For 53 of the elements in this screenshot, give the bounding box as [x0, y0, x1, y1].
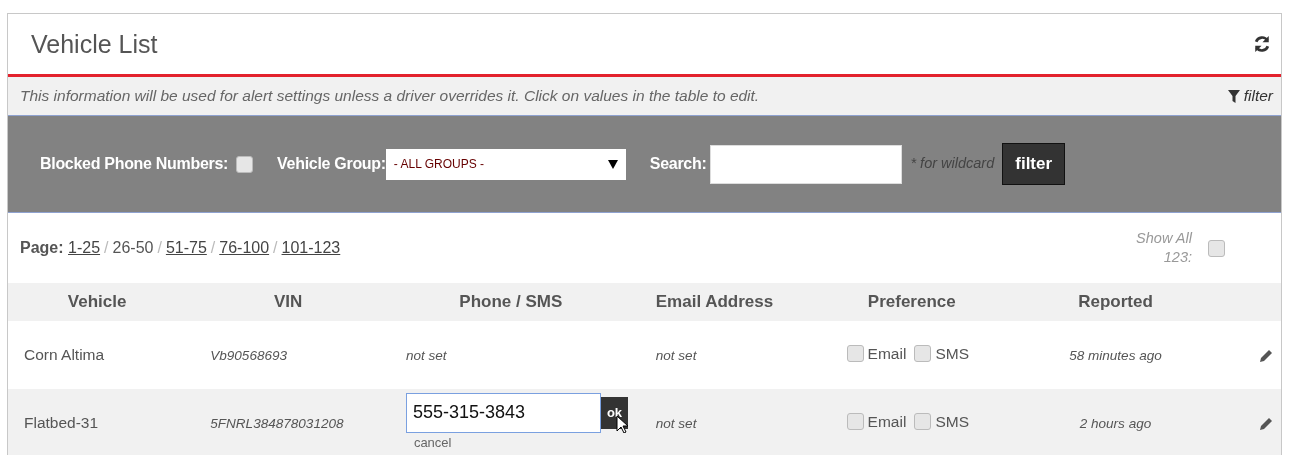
search-field[interactable] [710, 144, 903, 184]
refresh-icon[interactable] [1253, 35, 1271, 53]
column-header: VIN [186, 283, 390, 321]
phone-input[interactable]: 555-315-3843 [405, 392, 601, 433]
field-label: Vehicle Group: [277, 154, 386, 174]
phone-value[interactable]: not set [405, 348, 447, 364]
pencil-icon[interactable] [1259, 417, 1273, 432]
checkbox-label: SMS [935, 411, 969, 432]
checkbox[interactable] [846, 344, 864, 362]
filter-link[interactable]: filter [1243, 84, 1273, 108]
reported-time: 2 hours ago [1079, 415, 1152, 434]
filter-button[interactable]: filter [1002, 143, 1066, 185]
checkbox[interactable] [914, 412, 932, 430]
group-dropdown[interactable]: - ALL GROUPS - [385, 148, 626, 180]
checkbox-label: Email [867, 343, 907, 364]
column-header: Preference [797, 283, 1027, 321]
hint-text: * for wildcard [910, 154, 995, 174]
page-link[interactable]: 1-25 [68, 239, 101, 256]
separator-text: / [157, 239, 162, 256]
show-all-label: Show All 123: [1135, 229, 1192, 267]
checkbox-label: Email [867, 411, 907, 432]
checkbox[interactable] [236, 155, 254, 173]
column-header: Phone / SMS [389, 283, 632, 321]
cancel-link[interactable]: cancel [405, 432, 629, 453]
checkbox-label: SMS [935, 343, 969, 364]
column-header: Email Address [631, 283, 798, 321]
pencil-icon[interactable] [1259, 349, 1273, 364]
vin-text: 5FNRL384878031208 [210, 416, 344, 432]
page-link[interactable]: 76-100 [219, 239, 270, 256]
column-header: Vehicle [8, 283, 187, 321]
page-link[interactable]: 26-50 [112, 239, 154, 256]
field-label: Search: [649, 154, 707, 174]
field-label: Blocked Phone Numbers: [40, 154, 229, 174]
page-link[interactable]: 101-123 [281, 239, 341, 256]
vehicle-name[interactable]: Flatbed-31 [24, 414, 99, 432]
separator-text: / [104, 239, 109, 256]
checkbox[interactable] [1208, 239, 1225, 257]
column-header: Reported [1026, 283, 1205, 321]
separator-text: / [210, 239, 216, 256]
checkbox[interactable] [914, 344, 932, 362]
caret-icon [607, 159, 618, 169]
reported-time: 58 minutes ago [1069, 347, 1162, 366]
email-value[interactable]: not set [655, 416, 697, 432]
checkbox[interactable] [846, 412, 864, 430]
vin-text: Vb90568693 [210, 348, 288, 364]
filter-icon[interactable] [1227, 89, 1240, 103]
separator-text: / [273, 239, 278, 256]
panel-title: Vehicle List [31, 29, 158, 59]
email-value[interactable]: not set [655, 348, 697, 364]
vehicle-name[interactable]: Corn Altima [24, 346, 105, 364]
page-link[interactable]: 51-75 [165, 239, 207, 256]
info-text: This information will be used for alert settings unless a driver overrides it. Click on values in the table to edit. [20, 86, 760, 107]
page-label: Page: [20, 239, 64, 256]
